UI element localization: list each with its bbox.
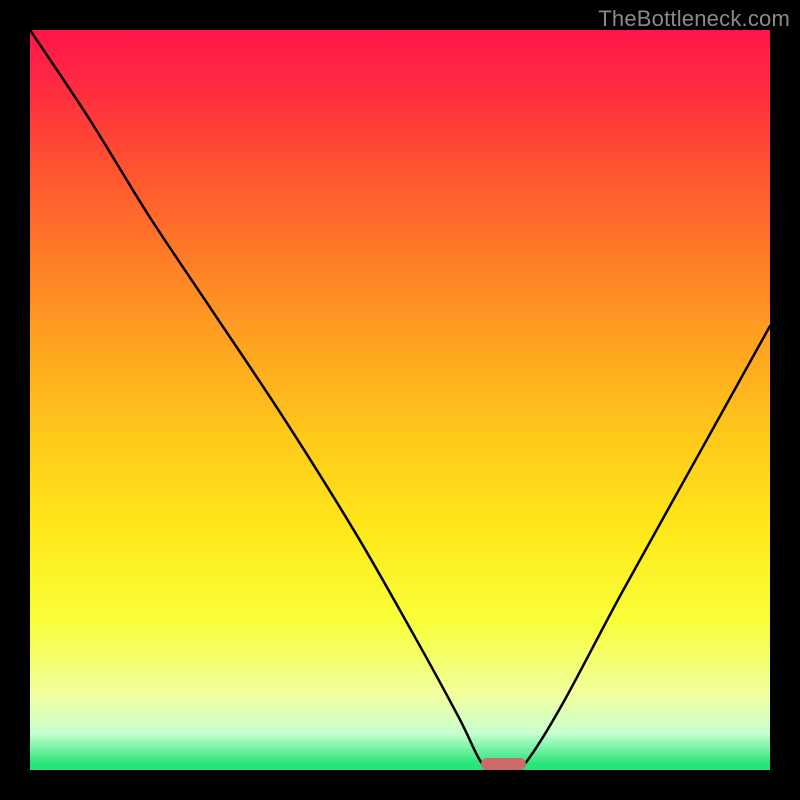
- plot-area: [30, 30, 770, 770]
- watermark-text: TheBottleneck.com: [598, 6, 790, 32]
- optimal-range-marker: [481, 758, 525, 770]
- curve-path: [30, 30, 770, 771]
- bottleneck-curve: [30, 30, 770, 770]
- chart-frame: TheBottleneck.com: [0, 0, 800, 800]
